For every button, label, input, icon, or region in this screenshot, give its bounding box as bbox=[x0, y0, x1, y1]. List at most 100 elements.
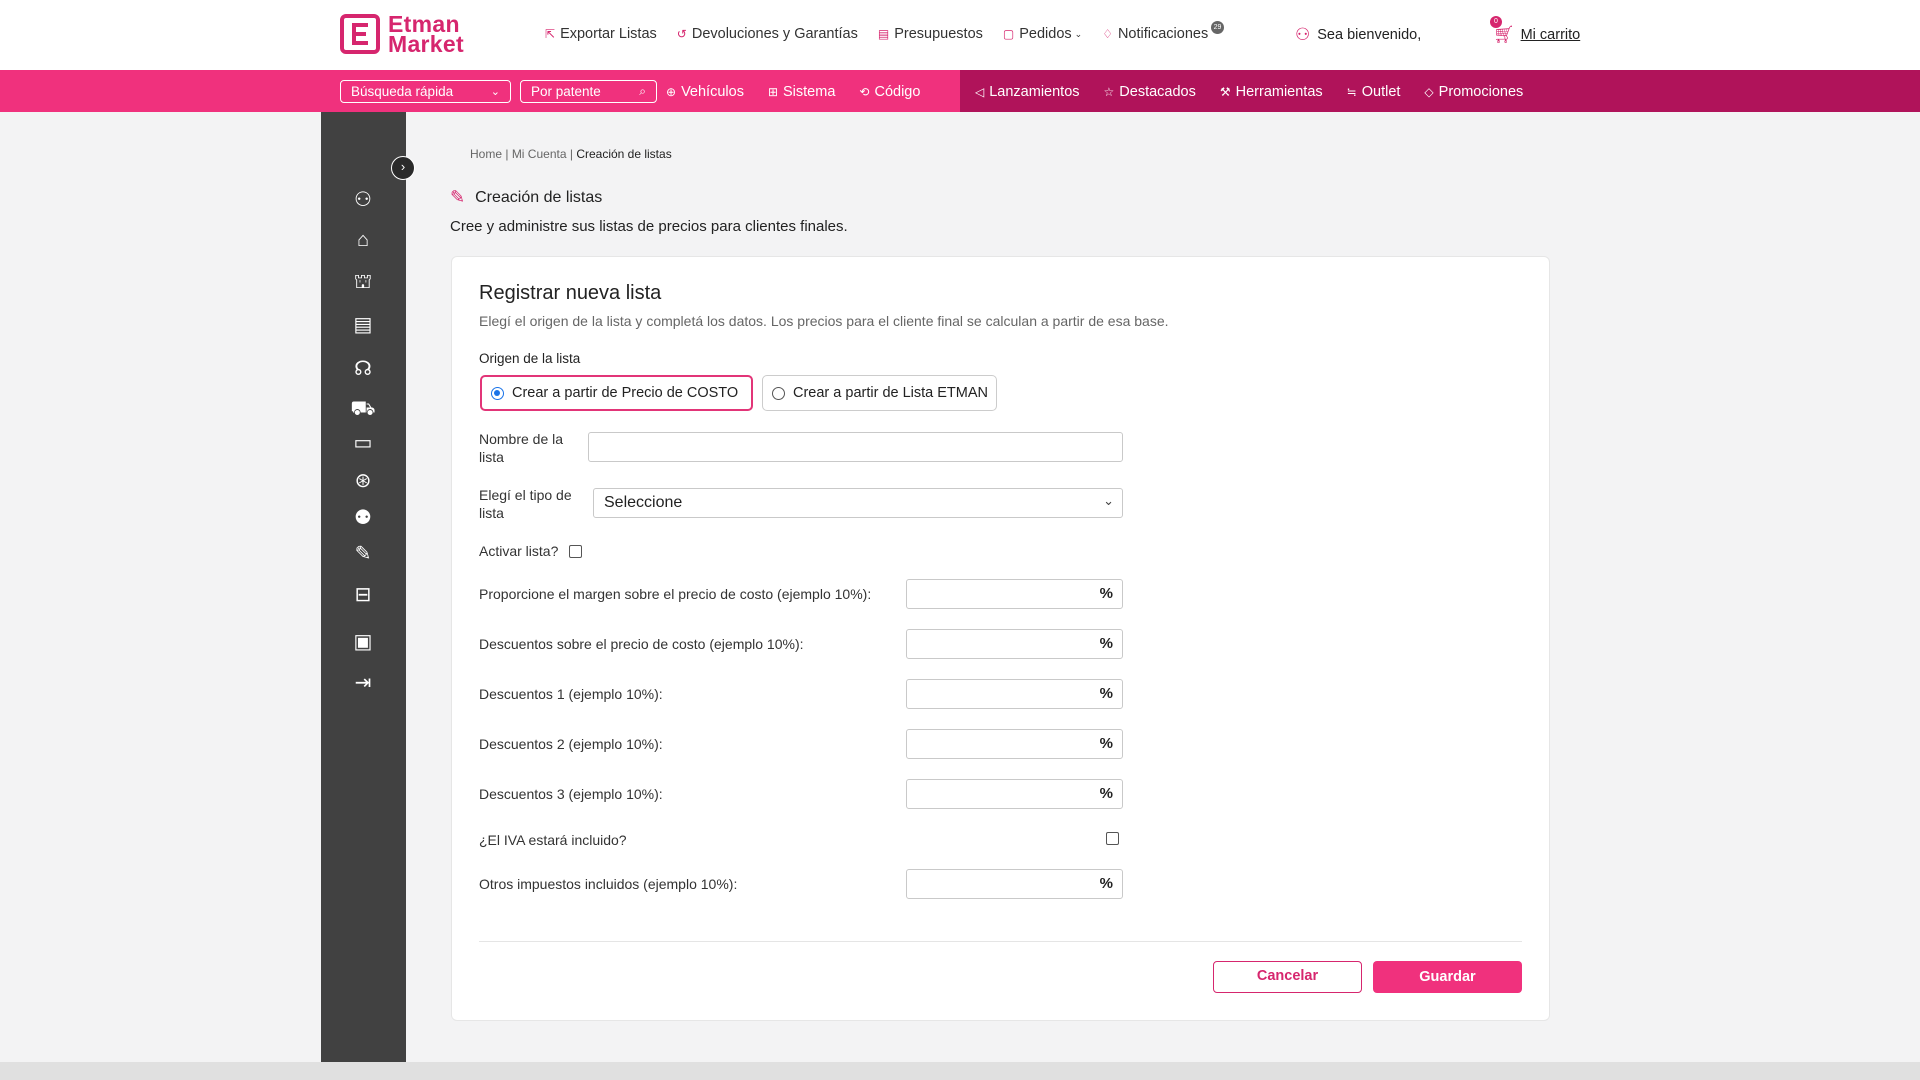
percent-symbol: % bbox=[1099, 585, 1113, 602]
institution-icon[interactable]: ⛫ bbox=[350, 269, 376, 295]
nav-outlet[interactable]: ≒ Outlet bbox=[1347, 84, 1401, 100]
cost-discount-label: Descuentos sobre el precio de costo (eje… bbox=[479, 636, 804, 652]
user-welcome[interactable]: ⚇ Sea bienvenido, bbox=[1295, 25, 1421, 45]
nav-notifications[interactable]: ♢ Notificaciones bbox=[1102, 26, 1208, 42]
percent-symbol: % bbox=[1099, 735, 1113, 752]
tools-icon: ⚒ bbox=[1219, 85, 1231, 99]
nav-budgets[interactable]: ▤ Presupuestos bbox=[878, 26, 983, 42]
origin-option-cost[interactable]: Crear a partir de Precio de COSTO bbox=[480, 375, 753, 411]
cancel-button[interactable]: Cancelar bbox=[1213, 961, 1362, 993]
discount2-label: Descuentos 2 (ejemplo 10%): bbox=[479, 736, 663, 752]
form-title: Registrar nueva lista bbox=[479, 282, 662, 304]
margin-label: Proporcione el margen sobre el precio de… bbox=[479, 586, 872, 602]
budget-icon: ▤ bbox=[877, 27, 890, 41]
cost-discount-input[interactable]: % bbox=[906, 629, 1123, 659]
edit-list-icon[interactable]: ✎ bbox=[350, 541, 376, 567]
origin-option-etman[interactable]: Crear a partir de Lista ETMAN bbox=[762, 375, 997, 411]
megaphone-icon: ◁ bbox=[975, 85, 985, 99]
brand-logo[interactable]: Etman Market bbox=[340, 11, 464, 57]
page-subtitle: Cree y administre sus listas de precios … bbox=[450, 218, 848, 235]
search-icon: ⌕ bbox=[639, 84, 646, 98]
tag-icon: ◇ bbox=[1424, 85, 1434, 99]
nav-export-lists[interactable]: ⇱ Exportar Listas bbox=[545, 26, 657, 42]
chevron-down-icon: ⌄ bbox=[1103, 493, 1114, 508]
logout-icon[interactable]: ⇥ bbox=[350, 670, 376, 696]
form-divider bbox=[479, 941, 1522, 942]
nav-orders[interactable]: ▢ Pedidos ⌄ bbox=[1003, 26, 1082, 42]
breadcrumb-home[interactable]: Home bbox=[470, 147, 502, 161]
list-name-input[interactable] bbox=[588, 432, 1123, 462]
user-icon[interactable]: ⚇ bbox=[350, 187, 376, 213]
nav-promotions[interactable]: ◇ Promociones bbox=[1424, 84, 1523, 100]
discount1-input[interactable]: % bbox=[906, 679, 1123, 709]
basket-icon[interactable]: ⊟ bbox=[350, 582, 376, 608]
pinknav-right: ◁ Lanzamientos ☆ Destacados ⚒ Herramientas … bbox=[975, 84, 1547, 100]
quick-search-dropdown[interactable]: Búsqueda rápida ⌄ bbox=[340, 80, 511, 103]
group-icon[interactable]: ⚉ bbox=[350, 505, 376, 531]
list-name-label: Nombre de la lista bbox=[479, 431, 564, 465]
form-subtitle: Elegí el origen de la lista y completá l… bbox=[479, 313, 1169, 329]
nav-tools[interactable]: ⚒ Herramientas bbox=[1220, 84, 1323, 100]
user-icon: ⚇ bbox=[1295, 25, 1311, 44]
page-title: ✎ Creación de listas bbox=[450, 187, 603, 207]
bell-icon: ♢ bbox=[1102, 27, 1113, 41]
orders-icon: ▢ bbox=[1002, 27, 1015, 41]
chevron-down-icon: ⌄ bbox=[490, 86, 500, 98]
cart-link[interactable]: 🛒︎ Mi carrito bbox=[1493, 25, 1580, 45]
footer-strip bbox=[0, 1062, 1920, 1080]
discount1-label: Descuentos 1 (ejemplo 10%): bbox=[479, 686, 663, 702]
returns-icon: ↺ bbox=[676, 27, 687, 41]
plate-search[interactable]: Por patente ⌕ bbox=[520, 80, 657, 103]
top-nav: ⇱ Exportar Listas ↺ Devoluciones y Garantí… bbox=[545, 26, 1228, 42]
outlet-icon: ≒ bbox=[1346, 85, 1357, 99]
list-type-label: Elegí el tipo de lista bbox=[479, 487, 572, 521]
discount3-label: Descuentos 3 (ejemplo 10%): bbox=[479, 786, 663, 802]
iva-label: ¿El IVA estará incluido? bbox=[479, 832, 627, 848]
discount2-input[interactable]: % bbox=[906, 729, 1123, 759]
breadcrumb: Home | Mi Cuenta | Creación de listas bbox=[470, 147, 672, 161]
code-icon: ⟲ bbox=[859, 85, 870, 99]
discount-icon[interactable]: ⊛ bbox=[350, 468, 376, 494]
logo-icon bbox=[340, 14, 380, 54]
nav-system[interactable]: ⊞ Sistema bbox=[768, 84, 835, 100]
save-button[interactable]: Guardar bbox=[1373, 961, 1522, 993]
notification-badge: 29 bbox=[1211, 21, 1224, 34]
radio-unselected-icon bbox=[772, 386, 785, 400]
percent-symbol: % bbox=[1099, 785, 1113, 802]
nav-launches[interactable]: ◁ Lanzamientos bbox=[975, 84, 1080, 100]
grid-icon: ⊞ bbox=[767, 85, 779, 99]
iva-checkbox[interactable] bbox=[1106, 832, 1119, 845]
activate-list-label: Activar lista? bbox=[479, 543, 559, 559]
pinknav-left: ⊕ Vehículos ⊞ Sistema ⟲ Código bbox=[666, 84, 944, 100]
vehicle-icon: ⊕ bbox=[666, 85, 677, 99]
sidebar-expand-icon[interactable]: › bbox=[391, 156, 415, 180]
cart-icon: 🛒︎ bbox=[1493, 25, 1515, 44]
card-icon[interactable]: ▭ bbox=[350, 430, 376, 456]
discount3-input[interactable]: % bbox=[906, 779, 1123, 809]
headset-icon[interactable]: ☊ bbox=[350, 356, 376, 382]
logo-text: Etman Market bbox=[388, 11, 464, 57]
nav-returns[interactable]: ↺ Devoluciones y Garantías bbox=[677, 26, 858, 42]
nav-featured[interactable]: ☆ Destacados bbox=[1104, 84, 1196, 100]
radio-selected-icon bbox=[491, 386, 504, 400]
origin-label: Origen de la lista bbox=[479, 351, 581, 366]
percent-symbol: % bbox=[1099, 875, 1113, 892]
percent-symbol: % bbox=[1099, 635, 1113, 652]
truck-icon[interactable]: ⛟ bbox=[350, 396, 376, 422]
percent-symbol: % bbox=[1099, 685, 1113, 702]
nav-vehicles[interactable]: ⊕ Vehículos bbox=[666, 84, 744, 100]
breadcrumb-current: Creación de listas bbox=[576, 147, 672, 161]
star-icon: ☆ bbox=[1103, 85, 1115, 99]
list-type-select[interactable]: Seleccione ⌄ bbox=[593, 488, 1123, 518]
bank-icon[interactable]: ⌂ bbox=[350, 227, 376, 253]
margin-input[interactable]: % bbox=[906, 579, 1123, 609]
invoice-icon[interactable]: ▤ bbox=[350, 312, 376, 338]
breadcrumb-account[interactable]: Mi Cuenta bbox=[512, 147, 567, 161]
other-taxes-label: Otros impuestos incluidos (ejemplo 10%): bbox=[479, 876, 738, 892]
other-taxes-input[interactable]: % bbox=[906, 869, 1123, 899]
export-icon: ⇱ bbox=[545, 27, 556, 41]
book-icon[interactable]: ▣ bbox=[350, 629, 376, 655]
chevron-down-icon: ⌄ bbox=[1074, 28, 1083, 39]
nav-code[interactable]: ⟲ Código bbox=[859, 84, 920, 100]
activate-list-checkbox[interactable] bbox=[569, 545, 582, 558]
